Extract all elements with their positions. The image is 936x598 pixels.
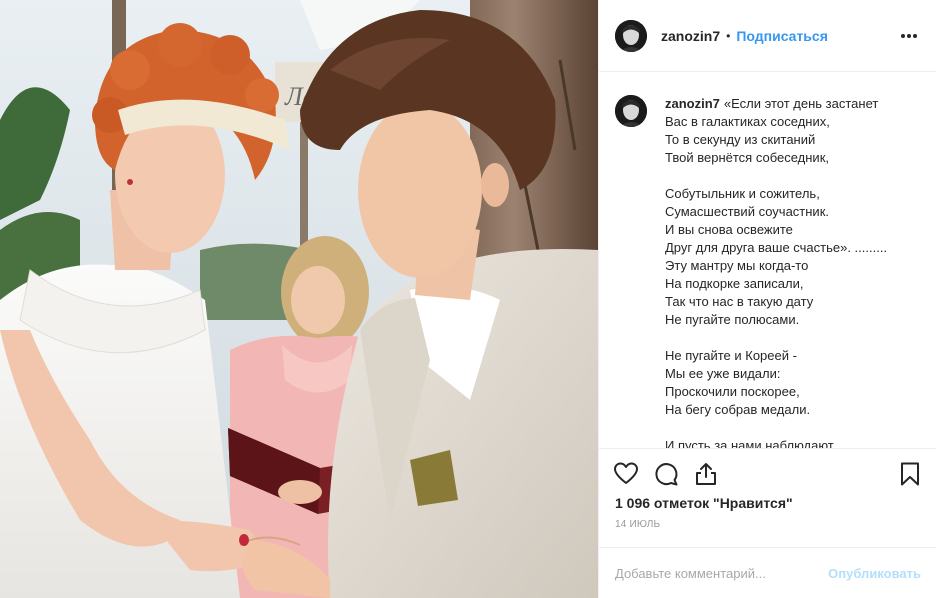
caption-line: Не пугайте полюсами. bbox=[665, 312, 800, 327]
caption-line: Сумасшествий соучастник. bbox=[665, 204, 829, 219]
caption-row: zanozin7 «Если этот день застанет Вас в г… bbox=[615, 95, 921, 448]
likes-count[interactable]: 1 096 отметок "Нравится" bbox=[615, 495, 793, 511]
caption-line: Эту мантру мы когда-то bbox=[665, 258, 809, 273]
comment-icon[interactable] bbox=[653, 461, 679, 487]
caption-line: Так что нас в такую дату bbox=[665, 294, 814, 309]
action-bar bbox=[599, 448, 936, 498]
caption-first-line: zanozin7 «Если этот день застанет bbox=[665, 95, 915, 113]
follow-button[interactable]: Подписаться bbox=[736, 28, 828, 44]
header-username[interactable]: zanozin7 bbox=[661, 28, 720, 44]
caption-area[interactable]: zanozin7 «Если этот день застанет Вас в г… bbox=[599, 73, 936, 448]
comment-bar: Опубликовать bbox=[599, 547, 936, 598]
more-horizontal-icon[interactable] bbox=[899, 26, 919, 46]
caption-avatar-image bbox=[615, 95, 647, 127]
caption-line: На подкорке записали, bbox=[665, 276, 804, 291]
post-header: zanozin7 • Подписаться bbox=[599, 0, 936, 72]
share-icon[interactable] bbox=[693, 461, 719, 487]
avatar[interactable] bbox=[615, 19, 647, 52]
caption-line: И пусть за нами наблюдают bbox=[665, 438, 834, 448]
header-separator: • bbox=[726, 28, 731, 43]
post-sidebar: zanozin7 • Подписаться zanozin7 «Если это… bbox=[598, 0, 936, 598]
caption-line bbox=[665, 329, 915, 347]
caption-line: И вы снова освежите bbox=[665, 222, 793, 237]
caption-line: На бегу собрав медали. bbox=[665, 402, 811, 417]
post-date[interactable]: 14 июль bbox=[615, 519, 660, 530]
caption-line: «Если этот день застанет bbox=[723, 96, 879, 111]
caption-avatar[interactable] bbox=[615, 95, 647, 127]
caption-username[interactable]: zanozin7 bbox=[665, 96, 720, 111]
comment-input[interactable] bbox=[615, 565, 829, 581]
caption-line: Не пугайте и Кореей - bbox=[665, 348, 797, 363]
caption-line: Мы ее уже видали: bbox=[665, 366, 781, 381]
caption-line: Твой вернётся собеседник, bbox=[665, 150, 829, 165]
caption-text: zanozin7 «Если этот день застанет Вас в г… bbox=[665, 95, 915, 448]
caption-line: Друг для друга ваше счастье». ......... bbox=[665, 240, 888, 255]
bookmark-icon[interactable] bbox=[897, 461, 923, 487]
heart-icon[interactable] bbox=[613, 461, 639, 487]
caption-line: Вас в галактиках соседних, bbox=[665, 114, 830, 129]
caption-line bbox=[665, 419, 915, 437]
caption-line: То в секунду из скитаний bbox=[665, 132, 816, 147]
publish-button[interactable]: Опубликовать bbox=[828, 566, 921, 581]
caption-line: Проскочили поскорее, bbox=[665, 384, 800, 399]
post-photo[interactable]: Ла bbox=[0, 0, 598, 598]
caption-line bbox=[665, 167, 915, 185]
wedding-photo-illustration: Ла bbox=[0, 0, 598, 598]
avatar-image bbox=[615, 19, 647, 52]
caption-line: Собутыльник и сожитель, bbox=[665, 186, 820, 201]
